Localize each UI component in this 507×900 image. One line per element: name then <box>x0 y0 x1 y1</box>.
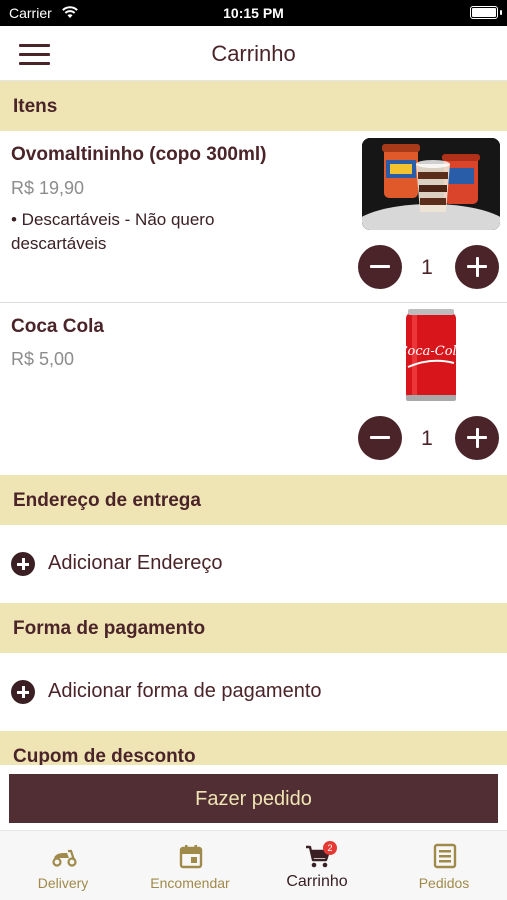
tab-delivery-label: Delivery <box>37 875 89 891</box>
tab-encomendar-label: Encomendar <box>150 875 230 891</box>
page-title: Carrinho <box>211 41 296 66</box>
payment-section-header: Forma de pagamento <box>0 603 507 653</box>
plus-circle-icon <box>11 552 35 576</box>
increase-quantity-button[interactable] <box>455 416 499 460</box>
increase-quantity-button[interactable] <box>455 245 499 289</box>
place-order-button[interactable]: Fazer pedido <box>9 774 498 823</box>
decrease-quantity-button[interactable] <box>358 416 402 460</box>
tab-encomendar[interactable]: Encomendar <box>127 831 253 900</box>
address-section-header: Endereço de entrega <box>0 475 507 525</box>
plus-circle-icon <box>11 680 35 704</box>
tab-bar: Delivery Encomendar 2 Carrinho Pedidos <box>0 830 507 900</box>
items-section-header: Itens <box>0 81 507 131</box>
add-payment-button[interactable]: Adicionar forma de pagamento <box>0 653 507 731</box>
coca-cola-can-photo: Coca-Cola <box>398 309 464 402</box>
items-section-title: Itens <box>13 96 58 117</box>
battery-icon <box>470 6 502 19</box>
calendar-icon <box>179 845 203 869</box>
address-section-title: Endereço de entrega <box>13 490 201 511</box>
tab-pedidos-label: Pedidos <box>418 875 470 891</box>
ovomaltine-cup-photo <box>362 138 500 230</box>
status-bar: Carrier 10:15 PM <box>0 0 507 26</box>
item-quantity: 1 <box>421 256 433 279</box>
item-name: Ovomaltininho (copo 300ml) <box>11 144 267 165</box>
add-address-button[interactable]: Adicionar Endereço <box>0 525 507 603</box>
svg-text:Coca-Cola: Coca-Cola <box>402 344 460 359</box>
item-name: Coca Cola <box>11 316 104 337</box>
item-price: R$ 19,90 <box>11 178 85 198</box>
tab-carrinho[interactable]: 2 Carrinho <box>254 831 380 900</box>
item-quantity: 1 <box>421 427 433 450</box>
add-payment-label: Adicionar forma de pagamento <box>48 680 322 702</box>
item-note: • Descartáveis - Não quero descartáveis <box>11 210 215 253</box>
payment-section-title: Forma de pagamento <box>13 618 206 639</box>
tab-carrinho-label: Carrinho <box>286 873 348 890</box>
order-button-area: Fazer pedido <box>0 765 507 830</box>
item-price: R$ 5,00 <box>11 349 75 369</box>
place-order-label: Fazer pedido <box>195 788 312 810</box>
scooter-icon <box>52 849 77 867</box>
cart-count-badge: 2 <box>323 841 337 855</box>
tab-delivery[interactable]: Delivery <box>0 831 126 900</box>
tab-pedidos[interactable]: Pedidos <box>381 831 507 900</box>
add-address-label: Adicionar Endereço <box>48 552 223 574</box>
nav-bar: Carrinho <box>0 26 507 81</box>
clock: 10:15 PM <box>223 5 284 21</box>
decrease-quantity-button[interactable] <box>358 245 402 289</box>
list-document-icon <box>433 843 457 869</box>
